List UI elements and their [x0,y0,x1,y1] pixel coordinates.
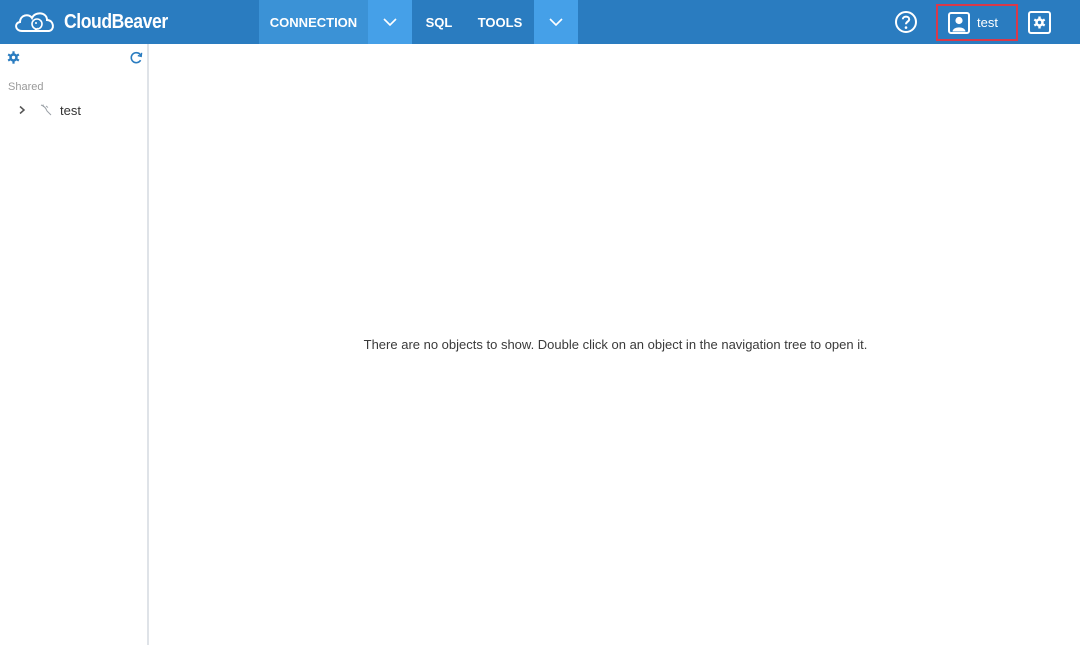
top-bar: CloudBeaver CONNECTION SQL TOOLS test [0,0,1080,44]
beaver-cloud-icon [15,12,54,32]
tree-node-test[interactable]: test [18,101,81,119]
navigator-panel: Shared test [0,44,149,645]
chevron-down-icon [383,18,397,26]
menu-tools-dropdown[interactable] [534,0,578,44]
user-menu-button[interactable]: test [936,4,1018,41]
menu-sql[interactable]: SQL [412,0,466,44]
gear-icon [1028,11,1051,34]
chevron-right-icon[interactable] [18,105,26,115]
shared-section-label: Shared [8,81,44,93]
navigator-refresh-button[interactable] [130,51,143,64]
main-content: There are no objects to show. Double cli… [151,44,1080,645]
logo-text: CloudBeaver [64,10,168,33]
help-button[interactable] [894,10,918,34]
help-circle-icon [895,11,917,33]
user-name: test [977,15,998,30]
chevron-down-icon [549,18,563,26]
navigator-settings-button[interactable] [7,51,20,64]
main-menu: CONNECTION SQL TOOLS [259,0,578,44]
app-logo[interactable]: CloudBeaver [12,6,182,38]
menu-connection-dropdown[interactable] [368,0,412,44]
menu-tools[interactable]: TOOLS [466,0,534,44]
gear-icon [7,51,20,64]
database-icon [40,104,52,116]
refresh-icon [130,51,143,64]
settings-button[interactable] [1028,11,1051,34]
tree-node-label: test [60,102,81,118]
user-icon [948,11,970,34]
empty-state-message: There are no objects to show. Double cli… [363,337,868,352]
menu-connection[interactable]: CONNECTION [259,0,368,44]
